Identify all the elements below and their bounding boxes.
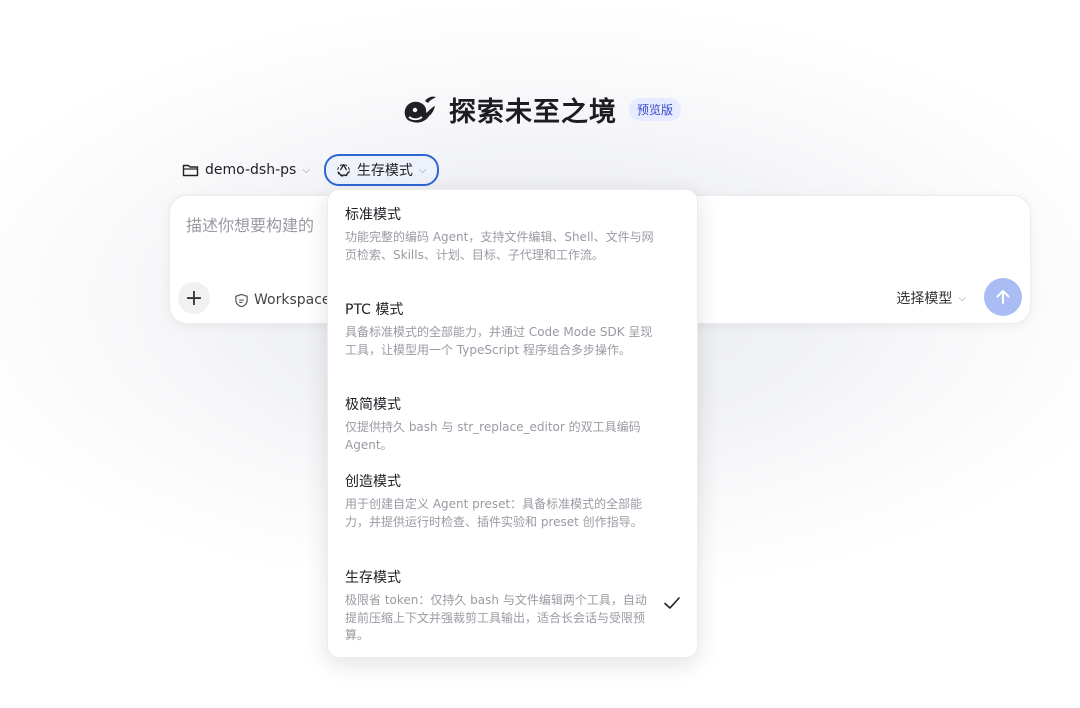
folder-icon <box>182 164 199 177</box>
composer-toolbar: demo-dsh-ps ⌵ 生存模式 ⌵ <box>178 154 439 186</box>
mode-dropdown-menu: 标准模式 功能完整的编码 Agent，支持文件编辑、Shell、文件与网页检索、… <box>327 189 698 658</box>
shield-chat-icon <box>235 293 248 307</box>
brand-header: 探索未至之境 预览版 <box>0 90 1080 129</box>
option-description: 具备标准模式的全部能力，并通过 Code Mode SDK 呈现工具，让模型用一… <box>345 325 653 357</box>
option-title: PTC 模式 <box>345 302 404 318</box>
model-select[interactable]: 选择模型 ⌵ <box>896 288 966 308</box>
send-button[interactable] <box>984 278 1022 316</box>
option-title: 生存模式 <box>345 570 401 586</box>
model-select-label: 选择模型 <box>896 291 953 307</box>
option-title: 极简模式 <box>345 397 401 413</box>
mode-option-standard[interactable]: 标准模式 功能完整的编码 Agent，支持文件编辑、Shell、文件与网页检索、… <box>345 206 657 264</box>
workspace-chip-label: Workspace <box>254 292 331 308</box>
workspace-selector[interactable]: demo-dsh-ps ⌵ <box>178 155 314 185</box>
option-description: 极限省 token：仅持久 bash 与文件编辑两个工具，自动提前压缩上下文并强… <box>345 593 647 642</box>
prompt-input[interactable]: 描述你想要构建的 <box>186 212 314 236</box>
option-title: 创造模式 <box>345 474 401 490</box>
add-attachment-button[interactable]: + <box>178 282 210 314</box>
recycle-icon <box>337 163 350 177</box>
plus-icon: + <box>184 285 204 311</box>
mode-option-ptc[interactable]: PTC 模式 具备标准模式的全部能力，并通过 Code Mode SDK 呈现工… <box>345 301 657 359</box>
mode-option-survival[interactable]: 生存模式 极限省 token：仅持久 bash 与文件编辑两个工具，自动提前压缩… <box>345 569 657 645</box>
mode-option-create[interactable]: 创造模式 用于创建自定义 Agent preset：具备标准模式的全部能力，并提… <box>345 473 657 531</box>
option-description: 用于创建自定义 Agent preset：具备标准模式的全部能力，并提供运行时检… <box>345 497 643 529</box>
arrow-up-icon <box>996 290 1010 304</box>
workspace-name: demo-dsh-ps <box>205 162 297 178</box>
page-title: 探索未至之境 <box>448 97 617 128</box>
option-title: 标准模式 <box>345 207 401 223</box>
mode-label: 生存模式 <box>356 163 413 179</box>
mode-selector-button[interactable]: 生存模式 ⌵ <box>323 154 439 186</box>
whale-logo-icon <box>404 96 436 123</box>
check-icon <box>664 597 680 609</box>
chevron-down-icon: ⌵ <box>418 164 427 176</box>
chevron-down-icon: ⌵ <box>302 164 310 176</box>
preview-badge: 预览版 <box>628 98 681 121</box>
option-description: 功能完整的编码 Agent，支持文件编辑、Shell、文件与网页检索、Skill… <box>345 230 654 262</box>
workspace-chip[interactable]: Workspace <box>234 292 331 308</box>
option-description: 仅提供持久 bash 与 str_replace_editor 的双工具编码 A… <box>345 420 641 452</box>
chevron-down-icon: ⌵ <box>958 292 966 304</box>
mode-option-minimal[interactable]: 极简模式 仅提供持久 bash 与 str_replace_editor 的双工… <box>345 396 657 454</box>
